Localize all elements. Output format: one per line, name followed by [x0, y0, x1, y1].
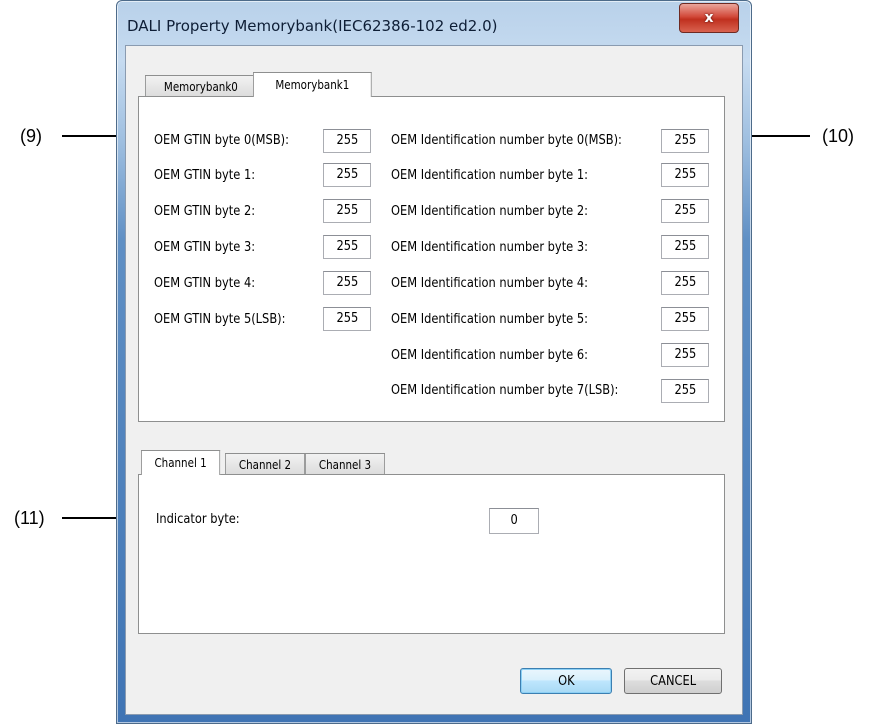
oem-id-byte-6-field[interactable]: 255 — [661, 343, 709, 367]
gtin-byte-3-label: OEM GTIN byte 3: — [154, 240, 256, 255]
oem-id-byte-4-label: OEM Identification number byte 4: — [391, 276, 588, 291]
close-button[interactable]: x — [679, 3, 739, 33]
gtin-byte-2-field[interactable]: 255 — [323, 199, 371, 223]
callout-10: (10) — [822, 126, 855, 146]
gtin-byte-4-field[interactable]: 255 — [323, 271, 371, 295]
gtin-byte-1-label: OEM GTIN byte 1: — [154, 168, 256, 183]
callout-11: (11) — [14, 508, 45, 528]
oem-id-byte-2-field[interactable]: 255 — [661, 199, 709, 223]
oem-id-byte-0-label: OEM Identification number byte 0(MSB): — [391, 133, 622, 148]
dialog-client-area: Memorybank0 Memorybank1 OEM GTIN byte 0(… — [125, 45, 743, 715]
gtin-byte-0-label: OEM GTIN byte 0(MSB): — [154, 133, 289, 148]
oem-id-byte-5-field[interactable]: 255 — [661, 307, 709, 331]
tab-channel-3[interactable]: Channel 3 — [305, 453, 385, 475]
oem-id-byte-2-label: OEM Identification number byte 2: — [391, 204, 588, 219]
oem-id-byte-1-field[interactable]: 255 — [661, 163, 709, 187]
gtin-byte-5-field[interactable]: 255 — [323, 307, 371, 331]
channel1-panel: Indicator byte: 0 — [138, 474, 725, 634]
tab-channel-2[interactable]: Channel 2 — [225, 453, 305, 475]
callout-9: (9) — [20, 126, 42, 146]
indicator-byte-label: Indicator byte: — [156, 512, 240, 527]
oem-id-byte-5-label: OEM Identification number byte 5: — [391, 312, 588, 327]
memorybank1-panel: OEM GTIN byte 0(MSB): 255 OEM GTIN byte … — [138, 96, 725, 422]
cancel-button[interactable]: CANCEL — [624, 668, 722, 694]
gtin-byte-0-field[interactable]: 255 — [323, 129, 371, 153]
oem-id-byte-3-label: OEM Identification number byte 3: — [391, 240, 588, 255]
oem-id-byte-3-field[interactable]: 255 — [661, 235, 709, 259]
window-title: DALI Property Memorybank(IEC62386-102 ed… — [127, 17, 498, 35]
gtin-byte-3-field[interactable]: 255 — [323, 235, 371, 259]
oem-id-byte-7-label: OEM Identification number byte 7(LSB): — [391, 383, 619, 398]
tab-channel-1[interactable]: Channel 1 — [141, 450, 221, 475]
gtin-byte-5-label: OEM GTIN byte 5(LSB): — [154, 312, 286, 327]
oem-id-byte-7-field[interactable]: 255 — [661, 379, 709, 403]
oem-id-byte-6-label: OEM Identification number byte 6: — [391, 348, 588, 363]
oem-id-byte-1-label: OEM Identification number byte 1: — [391, 168, 588, 183]
gtin-byte-1-field[interactable]: 255 — [323, 163, 371, 187]
oem-id-byte-0-field[interactable]: 255 — [661, 129, 709, 153]
indicator-byte-field[interactable]: 0 — [489, 508, 539, 534]
gtin-byte-4-label: OEM GTIN byte 4: — [154, 276, 256, 291]
dialog-window: DALI Property Memorybank(IEC62386-102 ed… — [116, 0, 752, 724]
ok-button[interactable]: OK — [520, 668, 612, 694]
tab-memorybank1[interactable]: Memorybank1 — [253, 72, 372, 97]
tab-memorybank0[interactable]: Memorybank0 — [145, 75, 257, 97]
oem-id-byte-4-field[interactable]: 255 — [661, 271, 709, 295]
close-icon: x — [704, 10, 714, 26]
gtin-byte-2-label: OEM GTIN byte 2: — [154, 204, 256, 219]
